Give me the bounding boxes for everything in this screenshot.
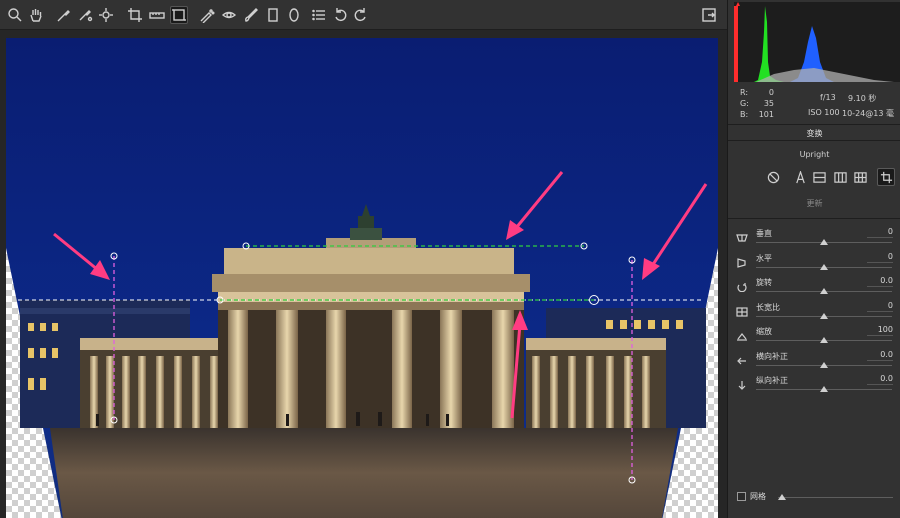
slider-label: 纵向补正 (756, 376, 788, 385)
adjustment-panel: R: 0 G: 35 B: 101 f/13 9.10 秒 ISO 100 10-24… (727, 0, 900, 518)
aspect-icon (736, 302, 748, 317)
spot-removal-icon[interactable] (198, 6, 216, 24)
slider-value-input[interactable]: 0.0 (867, 276, 893, 287)
grid-slider-thumb[interactable] (778, 494, 786, 500)
slider-thumb[interactable] (820, 337, 828, 343)
radial-filter-icon[interactable] (285, 6, 303, 24)
slider-track[interactable] (756, 386, 892, 392)
upright-full-button[interactable] (851, 168, 869, 186)
r-value: 0 (768, 88, 774, 97)
upright-auto-button[interactable] (791, 168, 809, 186)
divider (728, 218, 900, 219)
g-value: 35 (763, 99, 774, 108)
photo-preview[interactable] (6, 38, 718, 518)
slider-row: 垂直 0 (728, 226, 900, 250)
slider-value-input[interactable]: 0 (867, 252, 893, 263)
horizontal-perspective-icon (736, 253, 748, 268)
grid-label: 网格 (750, 492, 766, 501)
upright-off-button[interactable] (764, 168, 782, 186)
toolbar (0, 0, 727, 30)
upright-label: Upright (799, 150, 830, 159)
upright-guided-button[interactable] (877, 168, 895, 186)
slider-track[interactable] (756, 312, 892, 319)
slider-label: 旋转 (756, 278, 772, 287)
upright-vertical-button[interactable] (831, 168, 849, 186)
slider-value-input[interactable]: 0 (867, 301, 893, 312)
slider-track[interactable] (756, 239, 892, 245)
slider-value-input[interactable]: 0.0 (867, 350, 893, 361)
grid-slider[interactable] (778, 494, 893, 500)
divider (728, 140, 900, 141)
divider (728, 124, 900, 125)
crop-icon[interactable] (126, 6, 144, 24)
slider-label: 缩放 (756, 327, 772, 336)
slider-thumb[interactable] (820, 361, 828, 368)
slider-label: 长宽比 (756, 302, 780, 312)
r-label: R: (740, 88, 749, 97)
slider-track[interactable] (756, 288, 892, 294)
slider-label: 横向补正 (756, 351, 788, 361)
section-title: 变换 (806, 129, 823, 138)
rotate-left-icon[interactable] (332, 6, 350, 24)
export-icon[interactable] (700, 6, 718, 24)
x-offset-icon (736, 351, 748, 364)
rotate-icon (736, 277, 748, 293)
hand-icon[interactable] (27, 6, 45, 24)
grid-checkbox[interactable] (737, 492, 746, 501)
b-label: B: (740, 110, 749, 119)
y-offset-icon (736, 375, 748, 390)
rotate-right-icon[interactable] (351, 6, 369, 24)
scale-icon (736, 326, 748, 341)
vertical-perspective-icon (736, 228, 748, 242)
slider-label: 垂直 (756, 229, 772, 238)
slider-row: 横向补正 0.0 (728, 349, 900, 373)
camera-raw-window: R: 0 G: 35 B: 101 f/13 9.10 秒 ISO 100 10-24… (0, 0, 900, 518)
exif-iso: ISO 100 (808, 108, 840, 117)
target-adjust-icon[interactable] (97, 6, 115, 24)
slider-thumb[interactable] (820, 239, 828, 245)
slider-row: 缩放 100 (728, 324, 900, 348)
color-sampler-icon[interactable] (76, 6, 94, 24)
slider-track[interactable] (756, 263, 892, 270)
update-link[interactable]: 更新 (728, 198, 900, 209)
slider-value-input[interactable]: 0 (867, 227, 893, 238)
slider-row: 旋转 0.0 (728, 275, 900, 299)
zoom-icon[interactable] (6, 6, 24, 24)
slider-thumb[interactable] (820, 263, 828, 270)
b-value: 101 (758, 110, 774, 119)
g-label: G: (740, 99, 749, 108)
transform-icon[interactable] (170, 6, 188, 24)
histogram (734, 2, 900, 82)
slider-label: 水平 (756, 253, 772, 263)
red-eye-icon[interactable] (220, 6, 238, 24)
slider-row: 纵向补正 0.0 (728, 373, 900, 397)
grid-row: 网格 (728, 488, 900, 508)
straighten-icon[interactable] (148, 6, 166, 24)
slider-thumb[interactable] (820, 288, 828, 294)
graduated-filter-icon[interactable] (264, 6, 282, 24)
brush-icon[interactable] (242, 6, 260, 24)
image-canvas[interactable] (0, 30, 727, 518)
slider-row: 水平 0 (728, 251, 900, 275)
exif-lens: 10-24@13 毫 (842, 109, 894, 118)
slider-row: 长宽比 0 (728, 300, 900, 324)
slider-thumb[interactable] (820, 312, 828, 319)
presets-list-icon[interactable] (310, 6, 328, 24)
exif-shutter: 9.10 秒 (848, 94, 877, 103)
slider-track[interactable] (756, 337, 892, 343)
white-balance-icon[interactable] (55, 6, 73, 24)
slider-track[interactable] (756, 361, 892, 368)
slider-value-input[interactable]: 100 (867, 325, 893, 336)
exif-aperture: f/13 (820, 93, 836, 102)
slider-value-input[interactable]: 0.0 (867, 374, 893, 385)
slider-thumb[interactable] (820, 386, 828, 392)
upright-level-button[interactable] (810, 168, 828, 186)
